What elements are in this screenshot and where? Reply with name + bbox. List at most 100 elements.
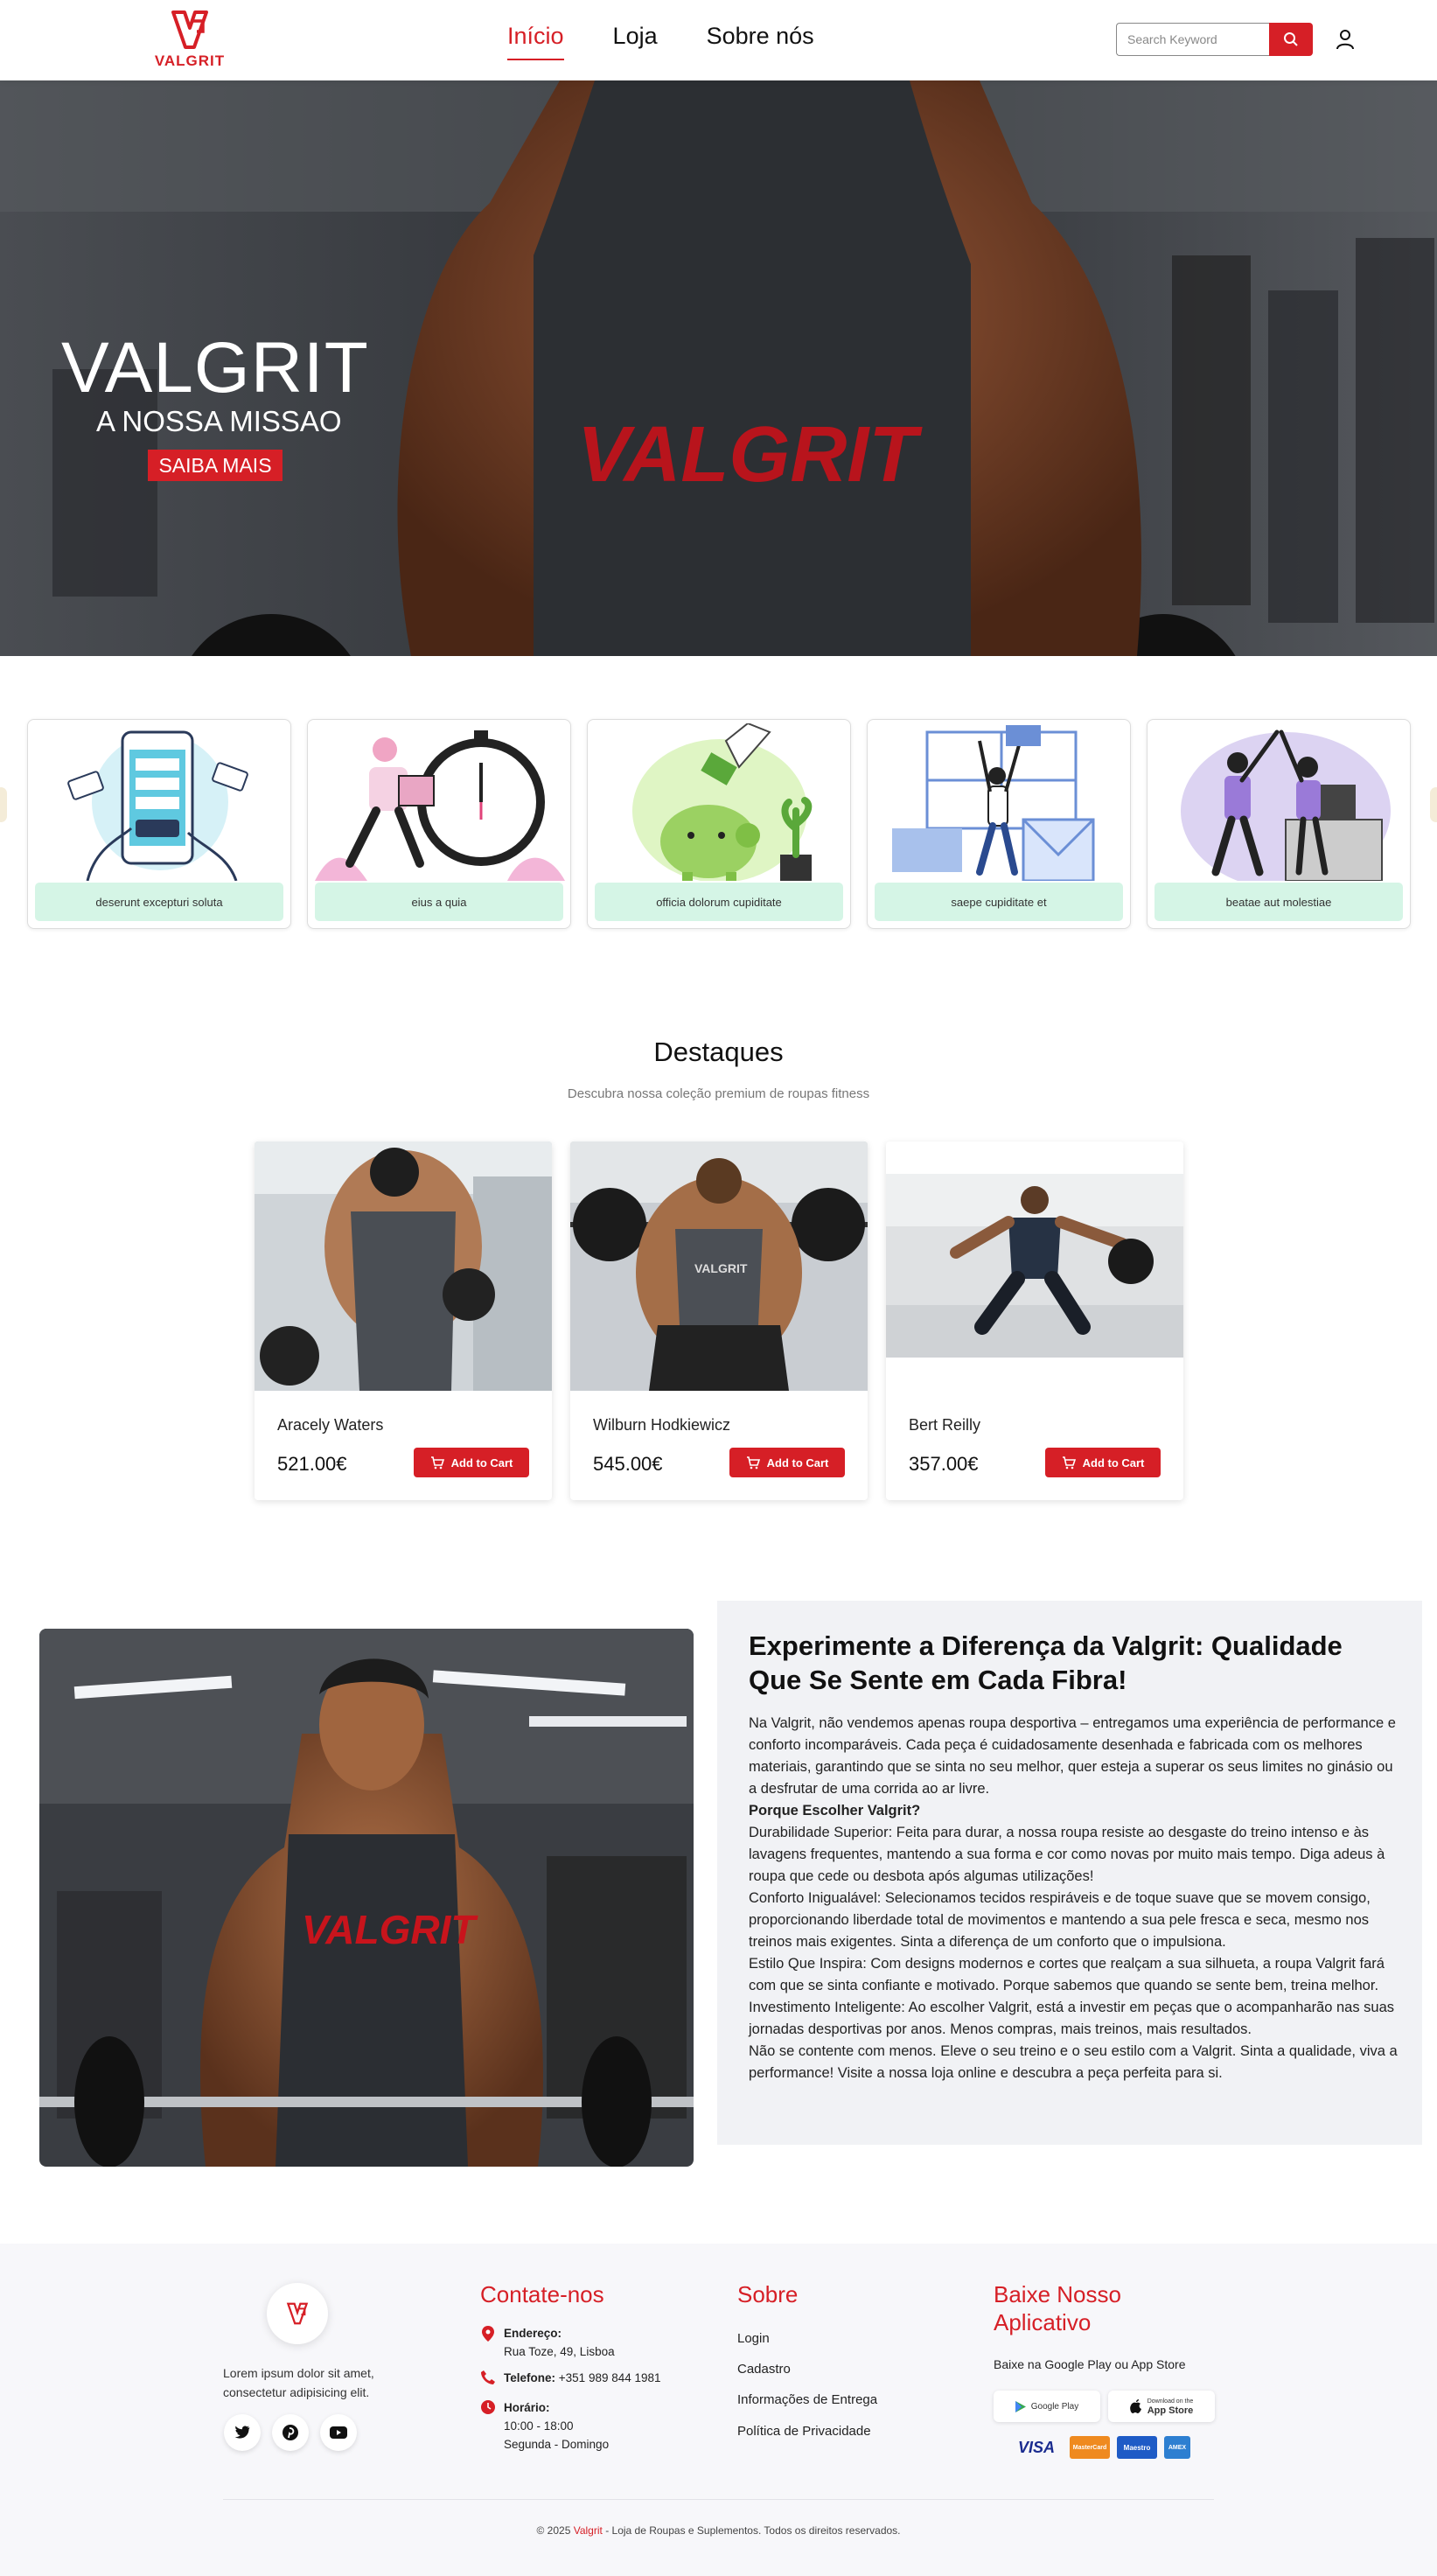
product-image: VALGRIT (570, 1141, 868, 1391)
about-heading: Experimente a Diferença da Valgrit: Qual… (749, 1630, 1343, 1695)
product-price: 521.00€ (277, 1453, 347, 1475)
twitter-icon (234, 2426, 250, 2439)
product-name: Aracely Waters (277, 1416, 384, 1434)
sobre-title: Sobre (737, 2281, 799, 2307)
mail-celebration-illustration (892, 725, 1095, 881)
search-input[interactable] (1116, 23, 1269, 56)
maestro-icon: Maestro (1117, 2436, 1157, 2459)
piggy-bank-illustration (632, 723, 813, 881)
app-store-button[interactable]: Download on the App Store (1108, 2391, 1215, 2422)
contact-hours: Horário: 10:00 - 18:00 Segunda - Domingo (481, 2398, 609, 2454)
product-name: Wilburn Hodkiewicz (593, 1416, 731, 1434)
product-card[interactable]: Bert Reilly 357.00€ Add to Cart (886, 1141, 1183, 1500)
hero-banner: VALGRIT VALGRIT A NOSSA MISSAO SAIBA MAI… (0, 80, 1437, 656)
menu-item-sobre-nos[interactable]: Sobre nós (707, 23, 814, 60)
category-label: saepe cupiditate et (875, 883, 1123, 921)
footer-description: Lorem ipsum dolor sit amet, consectetur … (223, 2366, 374, 2399)
about-image: VALGRIT (39, 1629, 694, 2167)
contact-address: Endereço: Rua Toze, 49, Lisboa (481, 2324, 615, 2361)
category-label: beatae aut molestiae (1154, 883, 1403, 921)
valgrit-logo-icon (286, 2302, 309, 2325)
mobile-payment-illustration (67, 730, 248, 881)
pinterest-icon (283, 2425, 298, 2440)
user-account-button[interactable] (1333, 26, 1357, 52)
hero-title: VALGRIT (61, 328, 369, 408)
delivery-clock-illustration (315, 730, 565, 881)
address-label: Endereço: (504, 2327, 562, 2340)
twitter-link[interactable] (224, 2414, 261, 2451)
high-five-illustration (1181, 730, 1391, 881)
address-value: Rua Toze, 49, Lisboa (504, 2345, 615, 2358)
featured-subtitle: Descubra nossa coleção premium de roupas… (567, 1086, 870, 1101)
product-price: 357.00€ (909, 1453, 979, 1475)
youtube-link[interactable] (320, 2414, 357, 2451)
add-to-cart-button[interactable]: Add to Cart (729, 1448, 845, 1477)
about-text: Na Valgrit, não vendemos apenas roupa de… (749, 1713, 1400, 2084)
footer-link-cadastro[interactable]: Cadastro (737, 2362, 791, 2377)
product-image (255, 1141, 552, 1391)
category-label: deserunt excepturi soluta (35, 883, 283, 921)
about-point-comfort: Conforto Inigualável: Selecionamos tecid… (749, 1890, 1371, 1950)
menu-item-loja[interactable]: Loja (613, 23, 658, 60)
google-play-label: Google Play (1030, 2401, 1079, 2412)
location-pin-icon (482, 2326, 494, 2342)
google-play-icon (1015, 2400, 1026, 2412)
search-button[interactable] (1269, 23, 1313, 56)
cart-icon (430, 1456, 444, 1469)
category-card[interactable]: officia dolorum cupiditate (587, 719, 851, 929)
valgrit-logo[interactable]: VALGRIT (150, 9, 229, 72)
add-to-cart-label: Add to Cart (1082, 1456, 1145, 1470)
footer-link-privacidade[interactable]: Política de Privacidade (737, 2424, 871, 2439)
copyright: © 2025 Valgrit - Loja de Roupas e Suplem… (0, 2524, 1437, 2537)
youtube-icon (330, 2426, 347, 2439)
hours-label: Horário: (504, 2401, 550, 2414)
about-point-investment: Investimento Inteligente: Ao escolher Va… (749, 2000, 1395, 2037)
clock-icon (481, 2400, 495, 2414)
category-card[interactable]: deserunt excepturi soluta (27, 719, 291, 929)
product-name: Bert Reilly (909, 1416, 981, 1434)
about-section: Experimente a Diferença da Valgrit: Qual… (717, 1601, 1422, 2145)
app-store-label: App Store (1147, 2405, 1194, 2416)
pinterest-link[interactable] (272, 2414, 309, 2451)
carousel-prev-arrow[interactable] (0, 787, 7, 822)
contact-phone: Telefone: +351 989 844 1981 (481, 2369, 661, 2387)
footer-link-entrega[interactable]: Informações de Entrega (737, 2392, 877, 2407)
about-closing: Não se contente com menos. Eleve o seu t… (749, 2043, 1398, 2081)
footer-logo[interactable] (267, 2283, 328, 2344)
copyright-brand[interactable]: Valgrit (574, 2524, 603, 2537)
category-card[interactable]: saepe cupiditate et (867, 719, 1131, 929)
visa-icon: VISA (1017, 2438, 1055, 2456)
featured-title: Destaques (653, 1037, 784, 1067)
saiba-mais-button[interactable]: SAIBA MAIS (148, 450, 283, 481)
menu-item-inicio[interactable]: Início (507, 23, 564, 60)
google-play-button[interactable]: Google Play (994, 2391, 1100, 2422)
about-why-heading: Porque Escolher Valgrit? (749, 1803, 921, 1819)
category-label: officia dolorum cupiditate (595, 883, 843, 921)
about-shirt-logo: VALGRIT (302, 1907, 478, 1952)
footer-divider (223, 2499, 1214, 2500)
product-price: 545.00€ (593, 1453, 663, 1475)
apple-icon (1129, 2399, 1141, 2413)
days-value: Segunda - Domingo (504, 2438, 610, 2451)
add-to-cart-button[interactable]: Add to Cart (414, 1448, 529, 1477)
footer-link-login[interactable]: Login (737, 2331, 770, 2346)
app-title: Baixe Nosso Aplicativo (994, 2281, 1121, 2335)
valgrit-logo-icon (171, 10, 208, 49)
hero-subtitle: A NOSSA MISSAO (96, 405, 342, 437)
copyright-year: © 2025 (536, 2524, 571, 2537)
product-card[interactable]: VALGRIT Wilburn Hodkiewicz 545.00€ Add t… (570, 1141, 868, 1500)
category-card[interactable]: beatae aut molestiae (1147, 719, 1411, 929)
site-footer: Lorem ipsum dolor sit amet, consectetur … (0, 2244, 1437, 2576)
product-card[interactable]: Aracely Waters 521.00€ Add to Cart (255, 1141, 552, 1500)
phone-value[interactable]: +351 989 844 1981 (559, 2371, 661, 2384)
phone-icon (481, 2370, 495, 2384)
search-bar (1116, 23, 1313, 56)
carousel-next-arrow[interactable] (1430, 787, 1437, 822)
add-to-cart-button[interactable]: Add to Cart (1045, 1448, 1161, 1477)
category-card[interactable]: eius a quia (307, 719, 571, 929)
amex-icon: AMEX (1164, 2436, 1190, 2459)
svg-text:VALGRIT: VALGRIT (694, 1261, 748, 1275)
contact-title: Contate-nos (480, 2281, 604, 2307)
cart-icon (746, 1456, 760, 1469)
logo-text: VALGRIT (154, 52, 226, 69)
